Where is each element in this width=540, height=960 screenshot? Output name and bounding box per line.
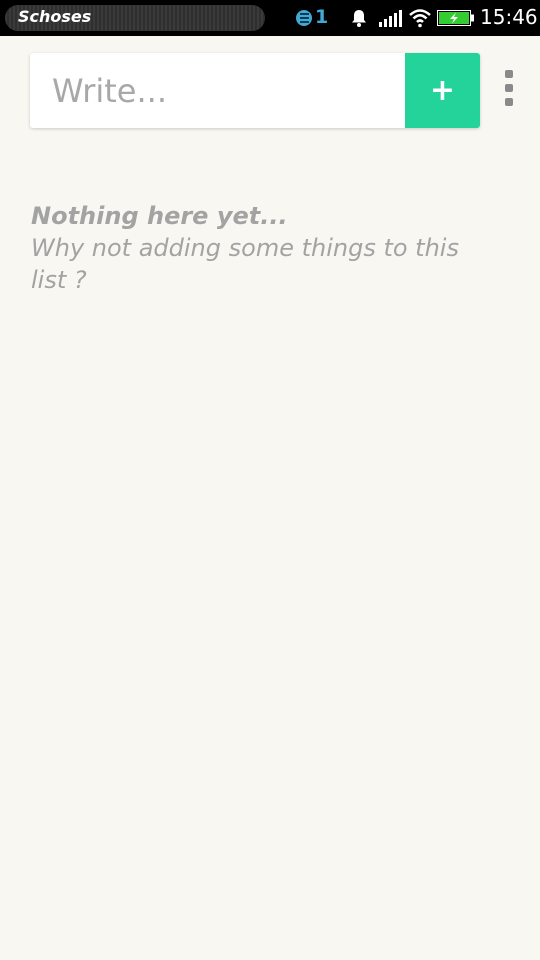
clock: 15:46 — [480, 5, 538, 29]
empty-state: Nothing here yet... Why not adding some … — [31, 200, 501, 296]
wifi-icon — [409, 9, 431, 28]
task-input[interactable] — [30, 53, 405, 128]
notification-count: 1 — [315, 6, 329, 28]
app-name: Schoses — [18, 7, 92, 26]
bell-icon — [352, 10, 366, 27]
app-title-pill: Schoses — [5, 5, 265, 31]
signal-icon — [379, 10, 402, 27]
status-bar: Schoses 1 15:46 — [0, 0, 540, 36]
notification-icon[interactable] — [296, 8, 316, 28]
empty-state-subtitle: Why not adding some things to this list … — [31, 234, 459, 294]
overflow-menu-icon[interactable] — [500, 70, 518, 106]
battery-charging-icon — [437, 10, 474, 26]
add-button[interactable]: + — [405, 53, 480, 128]
task-composer: + — [30, 53, 480, 128]
empty-state-title: Nothing here yet... — [31, 202, 288, 230]
plus-icon: + — [429, 73, 456, 108]
